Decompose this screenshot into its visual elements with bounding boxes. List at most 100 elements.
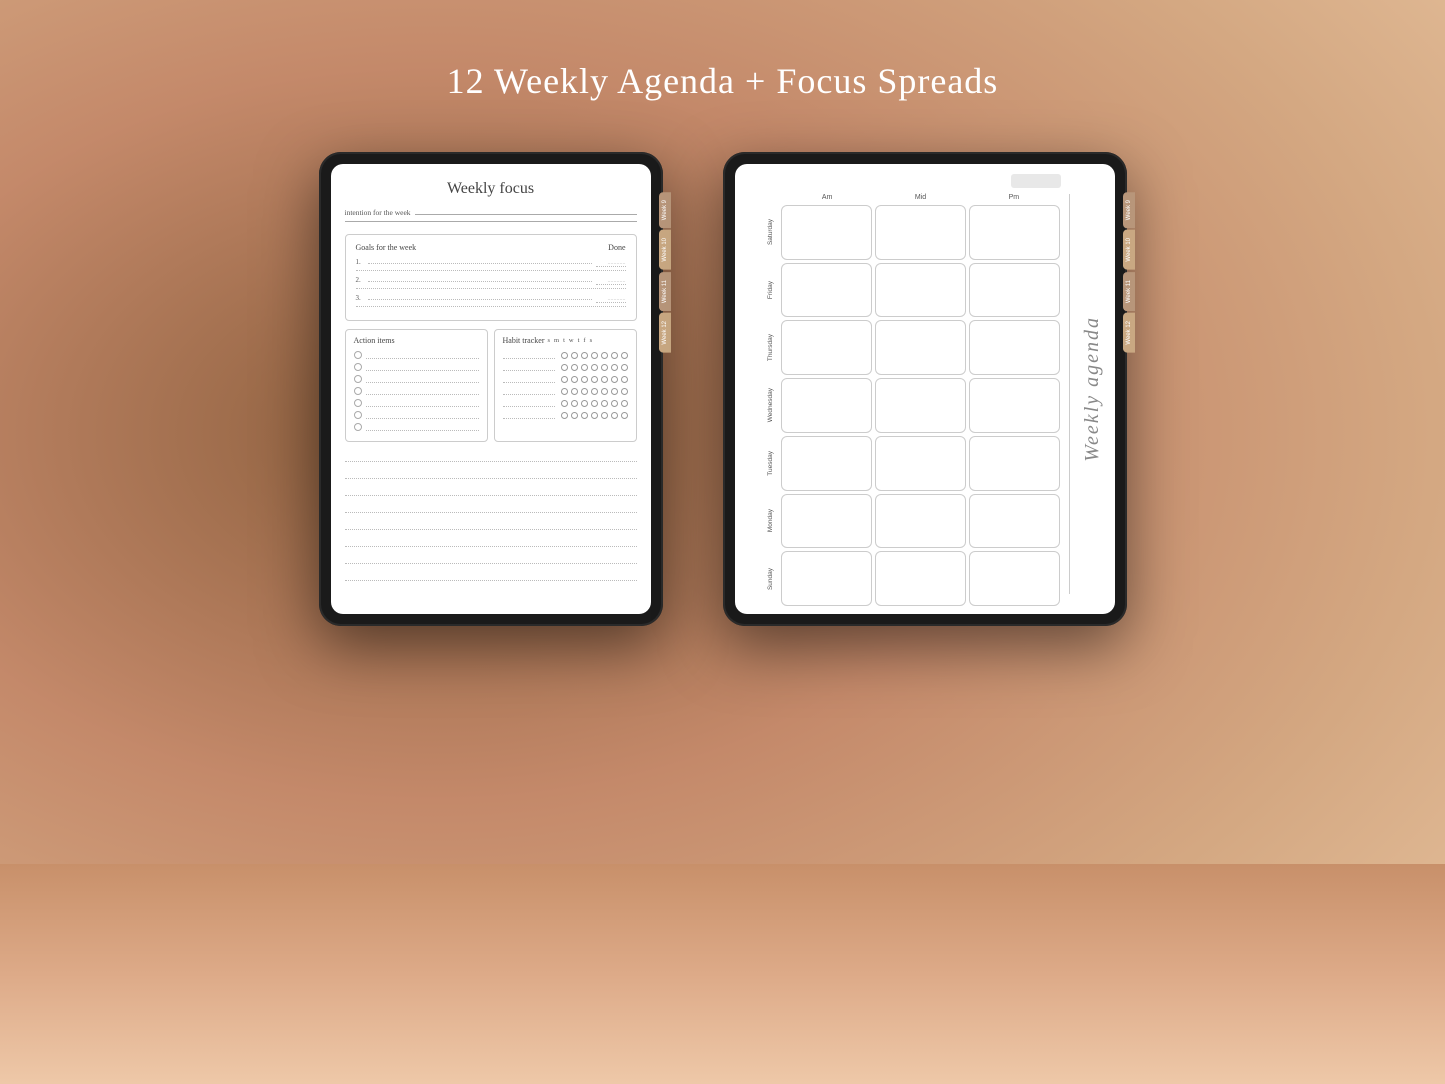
sunday-am [781, 551, 872, 606]
day-label-saturday: Saturday [743, 205, 778, 260]
left-tablet-screen: Weekly focus intention for the week Goal… [331, 164, 651, 614]
right-tablet: Am Mid Pm Saturday [723, 152, 1127, 626]
wednesday-pm [969, 378, 1060, 433]
hc-3-7 [621, 376, 628, 383]
agenda-row-tuesday: Tuesday [743, 436, 1061, 491]
hc-1-6 [611, 352, 618, 359]
action-circle-1 [354, 351, 362, 359]
hc-2-5 [601, 364, 608, 371]
tuesday-am [781, 436, 872, 491]
habit-circles-3 [561, 376, 628, 383]
left-tab-week10[interactable]: Week 10 [659, 230, 671, 270]
page-title: 12 Weekly Agenda + Focus Spreads [447, 60, 999, 102]
goals-header-left: Goals for the week [356, 243, 417, 252]
hc-4-5 [601, 388, 608, 395]
sunday-cells [781, 551, 1061, 606]
agenda-row-friday: Friday [743, 263, 1061, 318]
hc-1-1 [561, 352, 568, 359]
hc-5-5 [601, 400, 608, 407]
col-header-am: Am [781, 194, 874, 201]
right-tab-week12[interactable]: Week 12 [1123, 313, 1135, 353]
goal-line-1 [368, 263, 592, 264]
day-s1: s [547, 337, 550, 344]
left-tab-week12[interactable]: Week 12 [659, 313, 671, 353]
action-item-2 [354, 363, 479, 371]
goal-num-3: 3. [356, 294, 368, 302]
saturday-mid [875, 205, 966, 260]
agenda-title-vertical: Weekly agenda [1070, 164, 1115, 614]
day-t1: t [563, 337, 565, 344]
right-tab-week9[interactable]: Week 9 [1123, 192, 1135, 228]
habit-circles-4 [561, 388, 628, 395]
col-header-mid: Mid [874, 194, 967, 201]
agenda-page: Am Mid Pm Saturday [735, 164, 1115, 614]
friday-pm [969, 263, 1060, 318]
hc-2-7 [621, 364, 628, 371]
day-text-friday: Friday [767, 281, 774, 299]
hc-6-6 [611, 412, 618, 419]
left-tab-week11[interactable]: Week 11 [659, 272, 671, 311]
day-label-sunday: Sunday [743, 551, 778, 606]
hc-3-1 [561, 376, 568, 383]
hc-1-2 [571, 352, 578, 359]
action-item-3 [354, 375, 479, 383]
hc-5-6 [611, 400, 618, 407]
action-item-4 [354, 387, 479, 395]
intention-label: intention for the week [345, 208, 411, 217]
notes-line-7 [345, 552, 637, 564]
hc-4-2 [571, 388, 578, 395]
wednesday-cells [781, 378, 1061, 433]
day-w: w [569, 337, 574, 344]
habit-circles-2 [561, 364, 628, 371]
monday-cells [781, 494, 1061, 549]
day-text-wednesday: Wednesday [767, 388, 774, 422]
saturday-cells [781, 205, 1061, 260]
action-line-4 [366, 388, 479, 395]
notes-line-8 [345, 569, 637, 581]
hc-4-3 [581, 388, 588, 395]
habit-tracker-section: Habit tracker s m t w t f s [494, 329, 637, 442]
day-text-sunday: Sunday [767, 568, 774, 590]
tablets-container: Weekly focus intention for the week Goal… [319, 152, 1127, 626]
action-circle-4 [354, 387, 362, 395]
day-text-tuesday: Tuesday [767, 451, 774, 476]
friday-mid [875, 263, 966, 318]
hc-3-3 [581, 376, 588, 383]
focus-page-title: Weekly focus [345, 180, 637, 198]
saturday-pm [969, 205, 1060, 260]
sunday-mid [875, 551, 966, 606]
agenda-row-thursday: Thursday [743, 320, 1061, 375]
hc-6-3 [581, 412, 588, 419]
hc-5-2 [571, 400, 578, 407]
hc-4-4 [591, 388, 598, 395]
goal-line-2 [368, 281, 592, 282]
action-line-5 [366, 400, 479, 407]
agenda-row-wednesday: Wednesday [743, 378, 1061, 433]
hc-5-3 [581, 400, 588, 407]
focus-page: Weekly focus intention for the week Goal… [331, 164, 651, 614]
goals-header-right: Done [608, 243, 625, 252]
agenda-col-headers: Am Mid Pm [781, 194, 1061, 201]
habit-row-6 [503, 411, 628, 419]
friday-cells [781, 263, 1061, 318]
notes-line-5 [345, 518, 637, 530]
hc-2-1 [561, 364, 568, 371]
hc-1-3 [581, 352, 588, 359]
left-tab-week9[interactable]: Week 9 [659, 192, 671, 228]
action-circle-2 [354, 363, 362, 371]
right-tab-week11[interactable]: Week 11 [1123, 272, 1135, 311]
thursday-cells [781, 320, 1061, 375]
goal-num-1: 1. [356, 258, 368, 266]
hc-4-6 [611, 388, 618, 395]
habit-day-letters: s m t w t f s [547, 337, 592, 344]
col-header-pm: Pm [967, 194, 1060, 201]
hc-6-4 [591, 412, 598, 419]
monday-am [781, 494, 872, 549]
hc-5-7 [621, 400, 628, 407]
right-tab-week10[interactable]: Week 10 [1123, 230, 1135, 270]
hc-1-5 [601, 352, 608, 359]
left-tablet: Weekly focus intention for the week Goal… [319, 152, 663, 626]
day-m: m [554, 337, 559, 344]
hc-2-2 [571, 364, 578, 371]
day-text-monday: Monday [767, 509, 774, 532]
